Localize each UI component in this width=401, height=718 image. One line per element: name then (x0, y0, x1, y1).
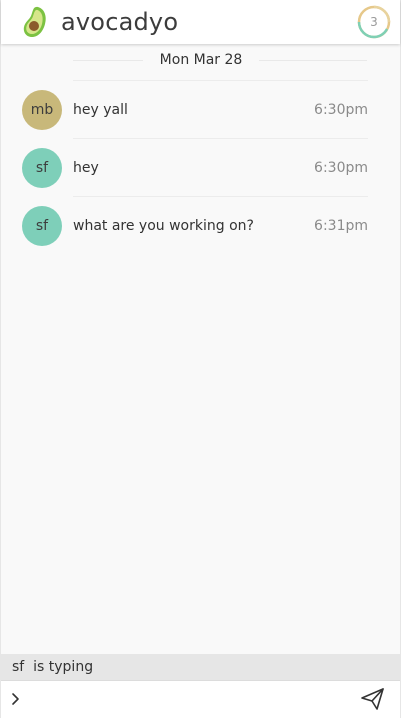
date-divider: Mon Mar 28 (1, 50, 400, 70)
message-text: hey (73, 160, 99, 176)
typing-user: sf (12, 659, 25, 675)
message-item: mb hey yall 6:30pm (1, 80, 400, 138)
typing-text: sf is typing (12, 657, 93, 677)
message-item: sf what are you working on? 6:31pm (1, 196, 400, 254)
message-separator (73, 80, 368, 81)
avatar: mb (22, 90, 62, 130)
chevron-right-icon (12, 693, 19, 705)
message-input[interactable] (27, 687, 347, 711)
unread-count-badge[interactable]: 3 (357, 5, 391, 39)
message-composer (1, 680, 400, 718)
avatar: sf (22, 206, 62, 246)
message-time: 6:30pm (314, 160, 368, 176)
app-title: avocadyo (61, 8, 179, 36)
typing-indicator: sf is typing (1, 654, 400, 680)
date-label: Mon Mar 28 (159, 52, 243, 68)
avatar: sf (22, 148, 62, 188)
message-time: 6:30pm (314, 102, 368, 118)
divider-line (259, 60, 367, 61)
app-header: avocadyo 3 (1, 0, 400, 44)
badge-count: 3 (370, 15, 378, 29)
message-time: 6:31pm (314, 218, 368, 234)
message-text: hey yall (73, 102, 128, 118)
message-list: mb hey yall 6:30pm sf hey 6:30pm sf what… (1, 80, 400, 254)
message-text: what are you working on? (73, 218, 254, 234)
message-separator (73, 138, 368, 139)
avocado-icon (23, 6, 46, 37)
divider-line (73, 60, 143, 61)
chat-app: avocadyo 3 Mon Mar 28 mb hey yall 6:30pm… (0, 0, 401, 718)
message-item: sf hey 6:30pm (1, 138, 400, 196)
paper-plane-icon[interactable] (357, 685, 389, 713)
message-separator (73, 196, 368, 197)
typing-label: is typing (33, 659, 94, 675)
